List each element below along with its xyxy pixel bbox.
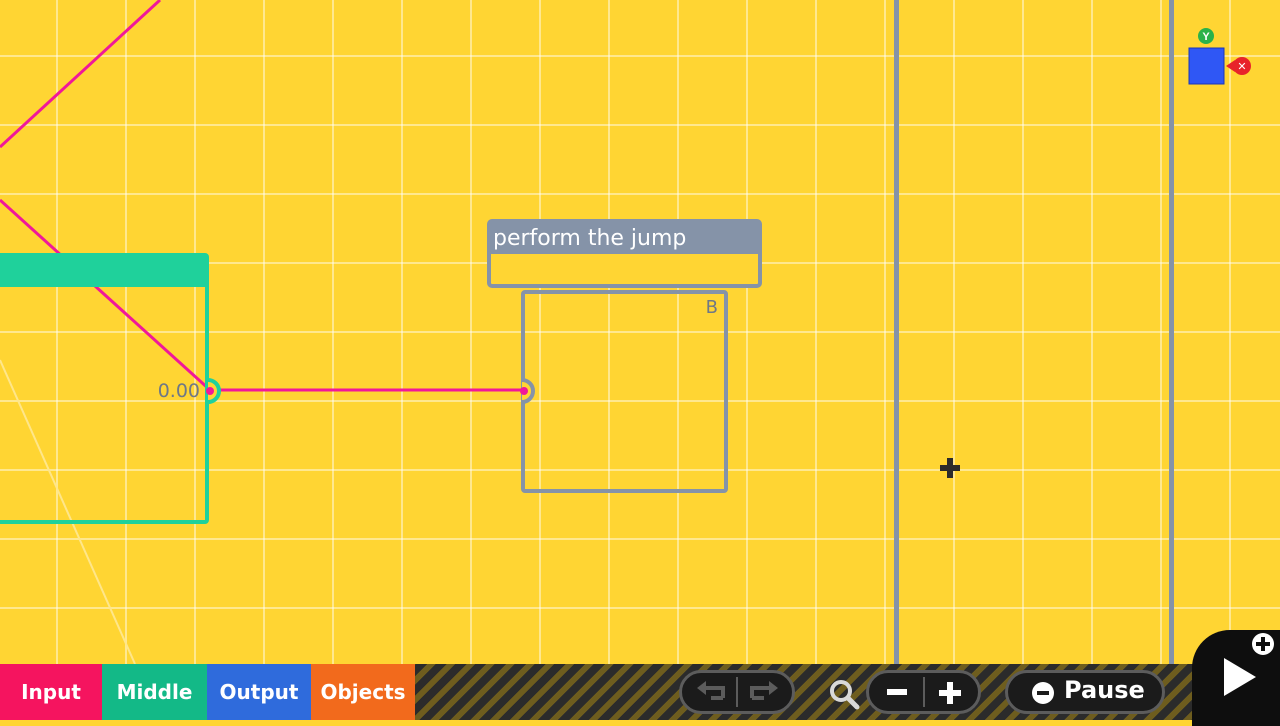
zoom-divider (923, 677, 925, 707)
minus-button-icon (1032, 682, 1054, 704)
zoom-out-icon[interactable] (884, 682, 910, 702)
axis-widget[interactable]: Y ✕ (1186, 26, 1256, 88)
divider-line-right (1169, 0, 1174, 664)
port-value: 0.00 (157, 380, 200, 402)
axis-y-label: Y (1202, 31, 1210, 43)
button-output-node[interactable]: B (521, 290, 728, 493)
play-icon (1224, 658, 1256, 696)
comment-title: perform the jump (491, 223, 758, 254)
tab-input[interactable]: Input (0, 664, 102, 720)
comment-node[interactable]: perform the jump (487, 219, 762, 288)
middle-node-output-port[interactable] (200, 378, 226, 404)
plus-badge-icon (1252, 633, 1274, 655)
tab-objects[interactable]: Objects (311, 664, 415, 720)
crosshair-cursor-icon (940, 458, 960, 478)
pause-label: Pause (1064, 676, 1145, 704)
undo-icon[interactable] (693, 678, 731, 706)
button-key-label: B (705, 297, 718, 318)
wire-upper[interactable] (0, 0, 162, 149)
tab-output[interactable]: Output (207, 664, 311, 720)
undo-redo-divider (736, 677, 738, 707)
programming-canvas[interactable]: 0.00 perform the jump B Y ✕ (0, 0, 1280, 664)
magnify-icon (830, 680, 860, 710)
tab-middle[interactable]: Middle (102, 664, 207, 720)
redo-icon[interactable] (744, 678, 782, 706)
axis-x-label: ✕ (1237, 60, 1246, 73)
output-node-input-port[interactable] (514, 378, 540, 404)
zoom-in-icon[interactable] (936, 679, 964, 707)
divider-line-left (894, 0, 899, 664)
middle-node-header (0, 257, 205, 287)
